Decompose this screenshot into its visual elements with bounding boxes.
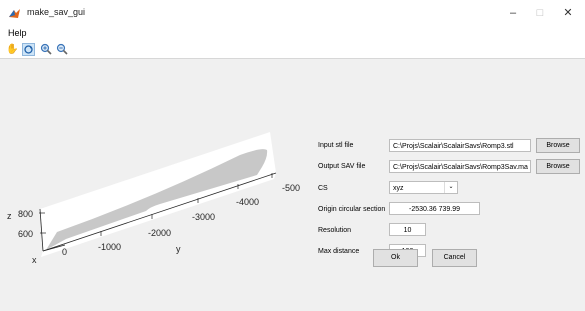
pan-icon[interactable]: ✋: [6, 43, 19, 56]
z-tick-label: 800: [18, 209, 33, 219]
x-tick-label: 0: [62, 247, 67, 257]
cs-select-value: xyz: [393, 185, 404, 192]
y-tick-label: -5000: [282, 183, 300, 193]
menu-bar: Help: [0, 27, 585, 41]
origin-label: Origin circular section: [318, 206, 386, 213]
y-tick-label: -2000: [148, 228, 171, 238]
cs-label: CS: [318, 185, 328, 192]
input-stl-label: Input stl file: [318, 142, 354, 149]
matlab-icon: [8, 7, 21, 20]
figure-area: z 800 600 0 x -1000 -2000 -3000 -4000 -5…: [0, 59, 585, 311]
x-axis-label: x: [32, 255, 37, 265]
input-stl-browse-button[interactable]: Browse: [536, 138, 580, 153]
resolution-label: Resolution: [318, 227, 352, 234]
title-bar: make_sav_gui – □ ✕: [0, 0, 585, 27]
minimize-button[interactable]: –: [502, 3, 524, 23]
resolution-field[interactable]: 10: [389, 223, 426, 236]
menu-help[interactable]: Help: [8, 28, 27, 38]
toolbar: ✋: [0, 41, 585, 59]
window-title: make_sav_gui: [27, 7, 86, 17]
output-sav-field[interactable]: C:\Projs\Scalair\ScalairSavs\Romp3Sav.ma: [389, 160, 531, 173]
cs-select[interactable]: xyz ⌄: [389, 181, 458, 194]
z-tick-label: 600: [18, 229, 33, 239]
ok-button[interactable]: Ok: [373, 249, 418, 267]
output-sav-label: Output SAV file: [318, 163, 366, 170]
max-distance-label: Max distance: [318, 248, 360, 255]
chevron-down-icon: ⌄: [444, 182, 457, 193]
rotate-icon[interactable]: [22, 43, 35, 56]
output-sav-browse-button[interactable]: Browse: [536, 159, 580, 174]
y-tick-label: -3000: [192, 212, 215, 222]
z-axis-label: z: [7, 211, 12, 221]
maximize-button[interactable]: □: [529, 3, 551, 23]
y-tick-label: -1000: [98, 242, 121, 252]
zoom-out-icon[interactable]: [55, 43, 68, 56]
close-button[interactable]: ✕: [557, 3, 579, 23]
y-tick-label: -4000: [236, 197, 259, 207]
plot-axes[interactable]: z 800 600 0 x -1000 -2000 -3000 -4000 -5…: [0, 59, 300, 311]
y-axis-label: y: [176, 244, 181, 254]
cancel-button[interactable]: Cancel: [432, 249, 477, 267]
origin-field[interactable]: -2530.36 739.99: [389, 202, 480, 215]
input-stl-field[interactable]: C:\Projs\Scalair\ScalairSavs\Romp3.stl: [389, 139, 531, 152]
zoom-in-icon[interactable]: [39, 43, 52, 56]
